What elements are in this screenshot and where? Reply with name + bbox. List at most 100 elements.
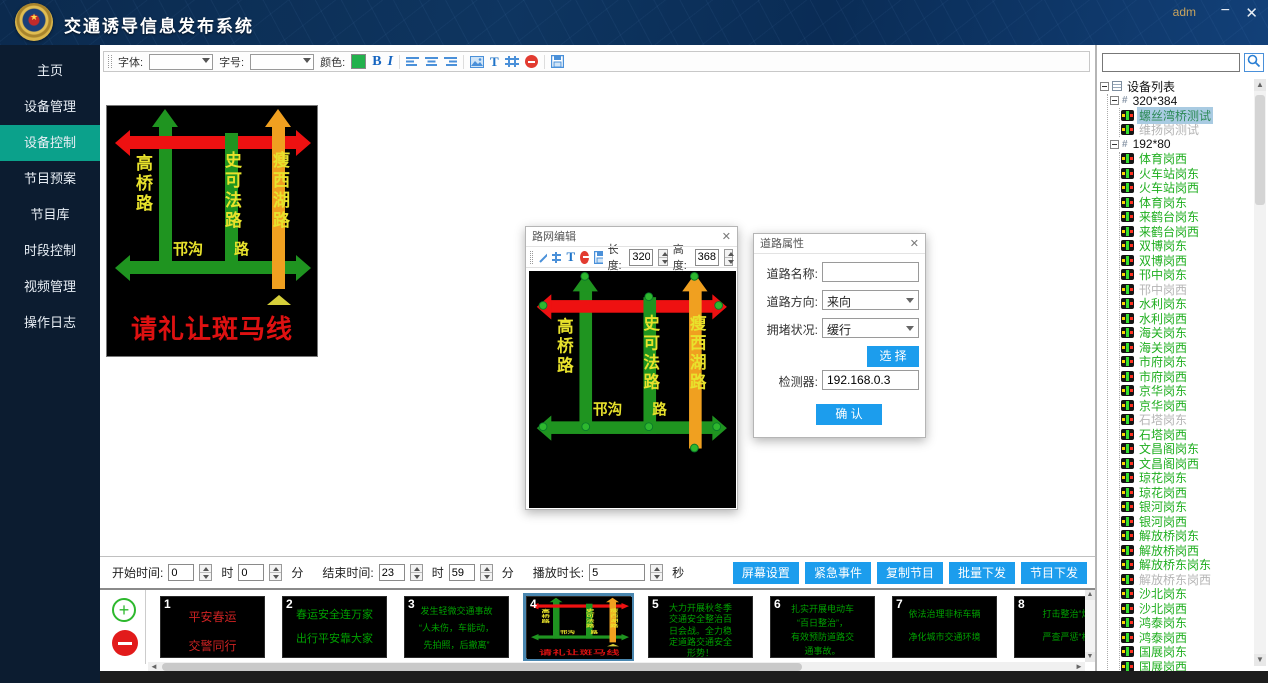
scrollbar-thumb[interactable]	[1255, 95, 1265, 205]
start-minute-spinner[interactable]	[269, 564, 282, 581]
bold-button[interactable]: B	[372, 54, 381, 70]
sidebar-item[interactable]: 时段控制	[0, 233, 100, 269]
align-left-icon[interactable]	[406, 56, 419, 67]
roadnet-edit-canvas[interactable]: 高桥路 史可法路 瘦西湖路 邗沟 路 请礼让斑马线	[529, 271, 736, 508]
thumbnail[interactable]: 依法治理非标车辆净化城市交通环境7	[892, 596, 997, 658]
thumbnail-text: 大力开展秋冬季交通安全整治百日会战。全力稳定道路交通安全形势！	[649, 603, 752, 659]
sidebar-item[interactable]: 主页	[0, 53, 100, 89]
line-tool-icon[interactable]	[538, 251, 547, 264]
scroll-up-icon[interactable]: ▲	[1254, 79, 1266, 91]
tree-device-item[interactable]: 维扬岗测试	[1121, 123, 1252, 138]
toolbar-gripper[interactable]	[108, 55, 112, 68]
sidebar-item[interactable]: 设备管理	[0, 89, 100, 125]
duration-input[interactable]	[589, 564, 645, 581]
program-canvas[interactable]: 高桥路 史可法路 瘦西湖路 邗沟 路 请礼让斑马线 路网编辑 ✕	[101, 73, 1090, 556]
length-input[interactable]	[629, 249, 653, 266]
edit-handle[interactable]	[712, 422, 721, 431]
text-tool-button[interactable]: T	[566, 249, 575, 265]
edit-handle[interactable]	[539, 422, 548, 431]
save-icon[interactable]	[551, 55, 564, 68]
tree-scrollbar[interactable]: ▲ ▼	[1254, 79, 1266, 666]
screen-settings-button[interactable]: 屏幕设置	[733, 562, 799, 584]
batch-send-button[interactable]: 批量下发	[949, 562, 1015, 584]
collapse-icon[interactable]	[1110, 96, 1119, 105]
thumbnail[interactable]: 打击整治“炸严查严惩“机8	[1014, 596, 1085, 658]
add-program-button[interactable]: +	[112, 598, 136, 622]
program-send-button[interactable]: 节目下发	[1021, 562, 1087, 584]
road-direction-select[interactable]: 来向	[822, 290, 919, 310]
sidebar-item[interactable]: 节目库	[0, 197, 100, 233]
copy-program-button[interactable]: 复制节目	[877, 562, 943, 584]
close-icon[interactable]: ✕	[910, 234, 919, 254]
image-tool-icon[interactable]	[470, 56, 484, 68]
italic-button[interactable]: I	[388, 54, 393, 70]
edit-handle[interactable]	[580, 272, 589, 281]
end-hour-spinner[interactable]	[410, 564, 423, 581]
thumbnail[interactable]: 高桥路 史可法路 瘦西湖路 邗沟 路 请礼让斑马线 4	[526, 596, 631, 658]
confirm-button[interactable]: 确 认	[816, 404, 882, 425]
scroll-down-icon[interactable]: ▼	[1254, 654, 1266, 666]
thumbnail[interactable]: 扎实开展电动车“百日整治”，有效预防道路交通事故。6	[770, 596, 875, 658]
delete-tool-icon[interactable]	[525, 55, 538, 68]
led-preview[interactable]: 高桥路 史可法路 瘦西湖路 邗沟 路 请礼让斑马线	[106, 105, 318, 357]
align-right-icon[interactable]	[444, 56, 457, 67]
dialog-titlebar[interactable]: 路网编辑 ✕	[526, 227, 737, 247]
start-hour-spinner[interactable]	[199, 564, 212, 581]
sidebar-item[interactable]: 视频管理	[0, 269, 100, 305]
edit-handle[interactable]	[644, 292, 653, 301]
sidebar-item[interactable]: 操作日志	[0, 305, 100, 341]
edit-handle[interactable]	[690, 444, 699, 453]
scroll-down-icon[interactable]: ▼	[1085, 652, 1095, 662]
search-button[interactable]	[1244, 53, 1264, 72]
minimize-button[interactable]: −	[1221, 2, 1230, 20]
scrollbar-thumb[interactable]	[162, 663, 802, 671]
select-detector-button[interactable]: 选 择	[867, 346, 919, 367]
edit-handle[interactable]	[644, 422, 653, 431]
collapse-icon[interactable]	[1110, 140, 1119, 149]
start-hour-input[interactable]	[168, 564, 194, 581]
edit-handle[interactable]	[714, 301, 723, 310]
thumbnail-vertical-scrollbar[interactable]: ▲ ▼	[1085, 588, 1095, 662]
start-minute-input[interactable]	[238, 564, 264, 581]
size-select[interactable]	[250, 54, 314, 70]
traffic-light-icon	[1121, 298, 1134, 309]
height-spinner[interactable]	[724, 249, 733, 266]
remove-program-button[interactable]	[112, 630, 138, 656]
edit-handle[interactable]	[690, 272, 699, 281]
font-select[interactable]	[149, 54, 213, 70]
text-tool-button[interactable]: T	[490, 54, 499, 70]
thumbnail[interactable]: 发生轻微交通事故“人未伤，车能动，先拍照，后撤离”3	[404, 596, 509, 658]
duration-spinner[interactable]	[650, 564, 663, 581]
road-name-input[interactable]	[822, 262, 919, 282]
end-minute-input[interactable]	[449, 564, 475, 581]
sidebar-item[interactable]: 设备控制	[0, 125, 100, 161]
close-button[interactable]: ✕	[1245, 4, 1258, 22]
thumbnail[interactable]: 大力开展秋冬季交通安全整治百日会战。全力稳定道路交通安全形势！5	[648, 596, 753, 658]
user-name[interactable]: adm	[1173, 5, 1196, 19]
thumbnail[interactable]: 平安春运交警同行1	[160, 596, 265, 658]
close-icon[interactable]: ✕	[722, 227, 731, 247]
edit-handle[interactable]	[539, 301, 548, 310]
scroll-up-icon[interactable]: ▲	[1085, 590, 1095, 600]
collapse-icon[interactable]	[1100, 82, 1109, 91]
road-tool-icon[interactable]	[505, 56, 519, 67]
sidebar-item[interactable]: 节目预案	[0, 161, 100, 197]
delete-tool-icon[interactable]	[580, 251, 589, 264]
height-input[interactable]	[695, 249, 719, 266]
align-center-icon[interactable]	[425, 56, 438, 67]
road-tool-icon[interactable]	[552, 252, 561, 263]
device-tree-root[interactable]: 设备列表	[1100, 79, 1252, 94]
end-hour-input[interactable]	[379, 564, 405, 581]
congestion-select[interactable]: 缓行	[822, 318, 919, 338]
save-icon[interactable]	[594, 251, 603, 264]
end-minute-spinner[interactable]	[480, 564, 493, 581]
toolbar-gripper[interactable]	[530, 251, 533, 264]
edit-handle[interactable]	[581, 422, 590, 431]
device-search-input[interactable]	[1102, 53, 1240, 72]
detector-input[interactable]	[822, 370, 919, 390]
thumbnail[interactable]: 春运安全连万家出行平安靠大家2	[282, 596, 387, 658]
color-swatch[interactable]	[351, 54, 366, 69]
emergency-event-button[interactable]: 紧急事件	[805, 562, 871, 584]
length-spinner[interactable]	[658, 249, 667, 266]
dialog-titlebar[interactable]: 道路属性 ✕	[754, 234, 925, 254]
